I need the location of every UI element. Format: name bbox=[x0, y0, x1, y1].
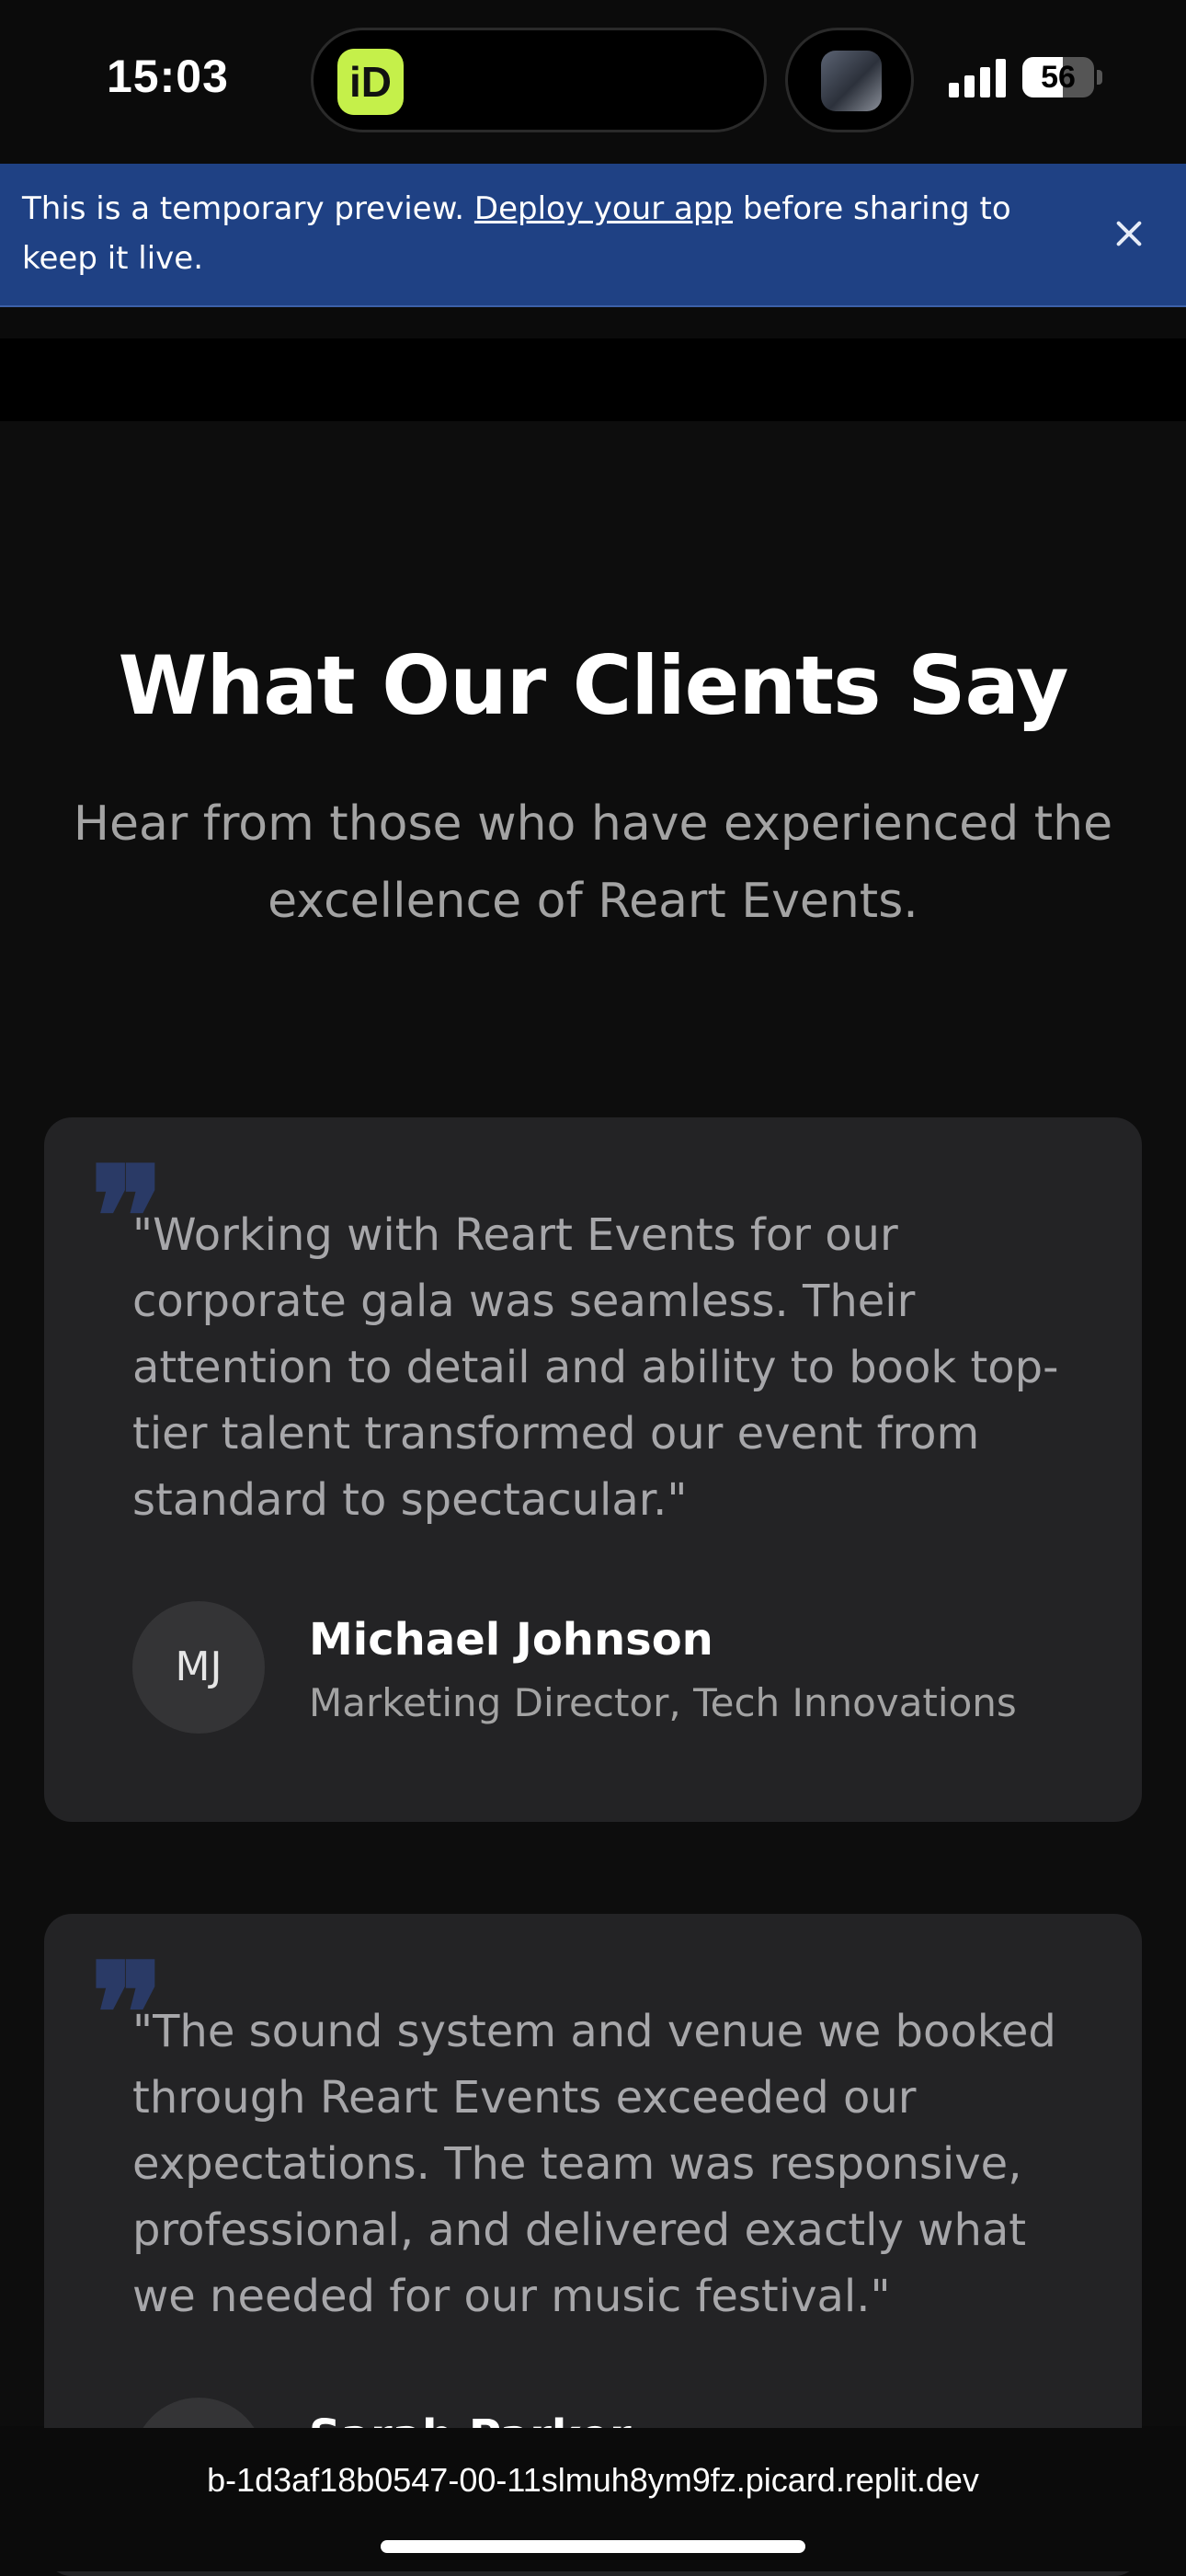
testimonials-section: What Our Clients Say Hear from those who… bbox=[0, 421, 1186, 2576]
testimonial-quote: "The sound system and venue we booked th… bbox=[132, 2006, 1056, 2322]
dynamic-island[interactable]: iD bbox=[311, 28, 767, 132]
banner-message: This is a temporary preview. Deploy your… bbox=[22, 190, 1011, 277]
testimonial-quote: "Working with Reart Events for our corpo… bbox=[132, 1209, 1059, 1526]
battery-percent: 56 bbox=[1041, 60, 1076, 95]
browser-bottom-bar: b-1d3af18b0547-00-11slmuh8ym9fz.picard.r… bbox=[0, 2428, 1186, 2571]
testimonial-name: Michael Johnson bbox=[309, 1614, 713, 1666]
app-icon[interactable]: iD bbox=[337, 49, 404, 115]
preview-banner: This is a temporary preview. Deploy your… bbox=[0, 164, 1186, 307]
deploy-app-link[interactable]: Deploy your app bbox=[474, 190, 733, 227]
close-icon[interactable] bbox=[1109, 213, 1149, 254]
avatar: MJ bbox=[132, 1601, 265, 1734]
media-activity[interactable] bbox=[785, 28, 914, 132]
testimonial-card: ❞ "Working with Reart Events for our cor… bbox=[44, 1117, 1142, 1822]
signal-icon bbox=[949, 57, 1006, 97]
section-title: What Our Clients Say bbox=[118, 638, 1068, 733]
section-subtitle: Hear from those who have experienced the… bbox=[73, 796, 1113, 929]
header-strip bbox=[0, 338, 1186, 421]
media-thumbnail bbox=[821, 51, 882, 111]
address-bar[interactable]: b-1d3af18b0547-00-11slmuh8ym9fz.picard.r… bbox=[0, 2461, 1186, 2500]
home-indicator[interactable] bbox=[381, 2540, 805, 2553]
battery-icon: 56 bbox=[1022, 57, 1094, 97]
status-bar: 15:03 iD 56 bbox=[0, 0, 1186, 164]
testimonial-role: Marketing Director, Tech Innovations bbox=[309, 1680, 1017, 1725]
status-time: 15:03 bbox=[107, 51, 229, 102]
